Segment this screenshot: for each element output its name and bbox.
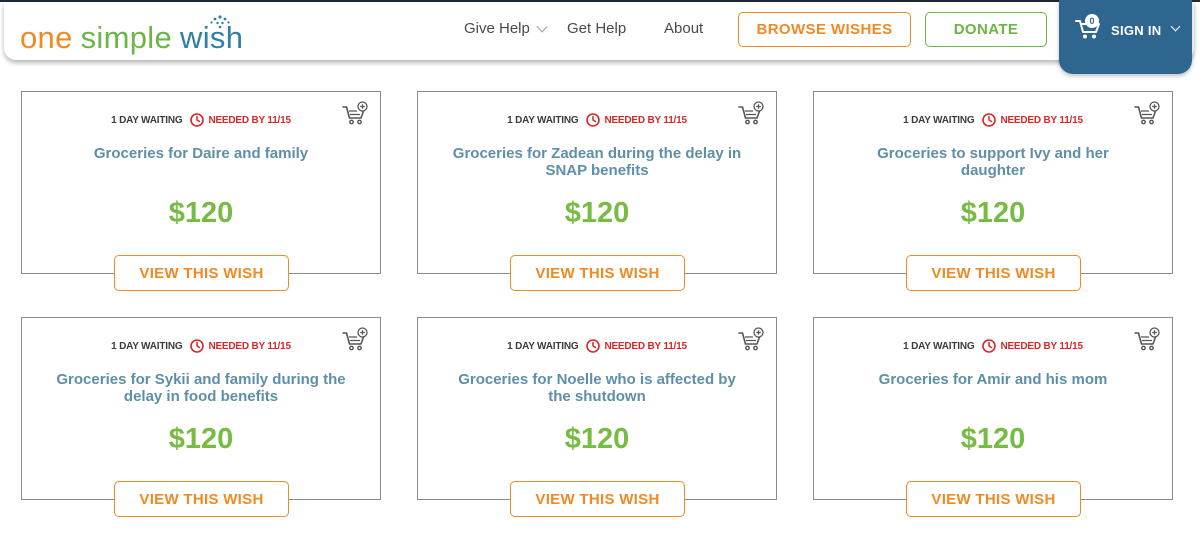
days-waiting: 1 DAY WAITING xyxy=(111,340,183,352)
days-waiting: 1 DAY WAITING xyxy=(507,340,579,352)
add-to-cart-icon[interactable] xyxy=(342,327,368,351)
nav-get-help[interactable]: Get Help xyxy=(567,20,626,37)
wish-title[interactable]: Groceries to support Ivy and her daughte… xyxy=(844,145,1142,179)
add-to-cart-icon[interactable] xyxy=(1134,327,1160,351)
view-this-wish-button[interactable]: VIEW THIS WISH xyxy=(114,481,289,517)
wish-amount: $120 xyxy=(168,197,234,229)
add-to-cart-icon[interactable] xyxy=(738,327,764,351)
needed-by: NEEDED BY 11/15 xyxy=(208,340,291,352)
clock-icon xyxy=(982,339,997,353)
logo[interactable]: one simple wish xyxy=(20,8,243,56)
wish-amount: $120 xyxy=(564,197,630,229)
wish-card: 1 DAY WAITING NEEDED BY 11/15 Groceries … xyxy=(813,91,1173,291)
wish-meta: 1 DAY WAITING NEEDED BY 11/15 xyxy=(22,339,380,353)
wish-meta: 1 DAY WAITING NEEDED BY 11/15 xyxy=(814,113,1172,127)
days-waiting: 1 DAY WAITING xyxy=(903,340,975,352)
wish-title[interactable]: Groceries for Zadean during the delay in… xyxy=(448,145,746,179)
needed-by: NEEDED BY 11/15 xyxy=(604,340,687,352)
wish-meta: 1 DAY WAITING NEEDED BY 11/15 xyxy=(22,113,380,127)
nav-give-help[interactable]: Give Help xyxy=(464,20,548,37)
view-this-wish-button[interactable]: VIEW THIS WISH xyxy=(906,255,1081,291)
sign-in-label: SIGN IN xyxy=(1111,23,1162,38)
logo-sparkle-icon xyxy=(210,15,230,29)
wish-card: 1 DAY WAITING NEEDED BY 11/15 Groceries … xyxy=(21,91,381,291)
wish-title[interactable]: Groceries for Daire and family xyxy=(52,145,350,162)
chevron-down-icon xyxy=(1170,21,1181,32)
wish-meta: 1 DAY WAITING NEEDED BY 11/15 xyxy=(418,339,776,353)
site-header: one simple wish Give Help Get Help About… xyxy=(4,2,1194,60)
wish-amount: $120 xyxy=(168,423,234,455)
wish-card: 1 DAY WAITING NEEDED BY 11/15 Groceries … xyxy=(21,317,381,517)
needed-by: NEEDED BY 11/15 xyxy=(208,114,291,126)
sign-in-button[interactable]: 0 SIGN IN xyxy=(1059,0,1192,74)
days-waiting: 1 DAY WAITING xyxy=(507,114,579,126)
donate-button[interactable]: DONATE xyxy=(925,12,1047,47)
clock-icon xyxy=(982,113,997,127)
nav-give-help-label: Give Help xyxy=(464,20,530,37)
view-this-wish-button[interactable]: VIEW THIS WISH xyxy=(510,481,685,517)
logo-simple: simple xyxy=(80,20,173,55)
clock-icon xyxy=(586,113,601,127)
days-waiting: 1 DAY WAITING xyxy=(111,114,183,126)
nav-about[interactable]: About xyxy=(664,20,703,37)
nav-about-label: About xyxy=(664,20,704,37)
wish-title[interactable]: Groceries for Sykii and family during th… xyxy=(52,371,350,405)
chevron-down-icon xyxy=(536,20,548,33)
wish-amount: $120 xyxy=(960,423,1026,455)
logo-wish: wish xyxy=(180,15,243,56)
wish-title[interactable]: Groceries for Noelle who is affected by … xyxy=(448,371,746,405)
view-this-wish-button[interactable]: VIEW THIS WISH xyxy=(906,481,1081,517)
clock-icon xyxy=(190,339,205,353)
browse-wishes-button[interactable]: BROWSE WISHES xyxy=(738,12,911,47)
wish-card: 1 DAY WAITING NEEDED BY 11/15 Groceries … xyxy=(813,317,1173,517)
clock-icon xyxy=(586,339,601,353)
wish-meta: 1 DAY WAITING NEEDED BY 11/15 xyxy=(814,339,1172,353)
add-to-cart-icon[interactable] xyxy=(1134,101,1160,125)
needed-by: NEEDED BY 11/15 xyxy=(1000,340,1083,352)
add-to-cart-icon[interactable] xyxy=(738,101,764,125)
wish-meta: 1 DAY WAITING NEEDED BY 11/15 xyxy=(418,113,776,127)
wish-card: 1 DAY WAITING NEEDED BY 11/15 Groceries … xyxy=(417,91,777,291)
view-this-wish-button[interactable]: VIEW THIS WISH xyxy=(114,255,289,291)
clock-icon xyxy=(190,113,205,127)
logo-one: one xyxy=(20,20,73,55)
wish-amount: $120 xyxy=(960,197,1026,229)
needed-by: NEEDED BY 11/15 xyxy=(1000,114,1083,126)
wish-amount: $120 xyxy=(564,423,630,455)
nav-get-help-label: Get Help xyxy=(567,20,627,37)
add-to-cart-icon[interactable] xyxy=(342,101,368,125)
cart-count-badge: 0 xyxy=(1085,14,1099,28)
needed-by: NEEDED BY 11/15 xyxy=(604,114,687,126)
wish-title[interactable]: Groceries for Amir and his mom xyxy=(844,371,1142,388)
wish-card: 1 DAY WAITING NEEDED BY 11/15 Groceries … xyxy=(417,317,777,517)
days-waiting: 1 DAY WAITING xyxy=(903,114,975,126)
view-this-wish-button[interactable]: VIEW THIS WISH xyxy=(510,255,685,291)
